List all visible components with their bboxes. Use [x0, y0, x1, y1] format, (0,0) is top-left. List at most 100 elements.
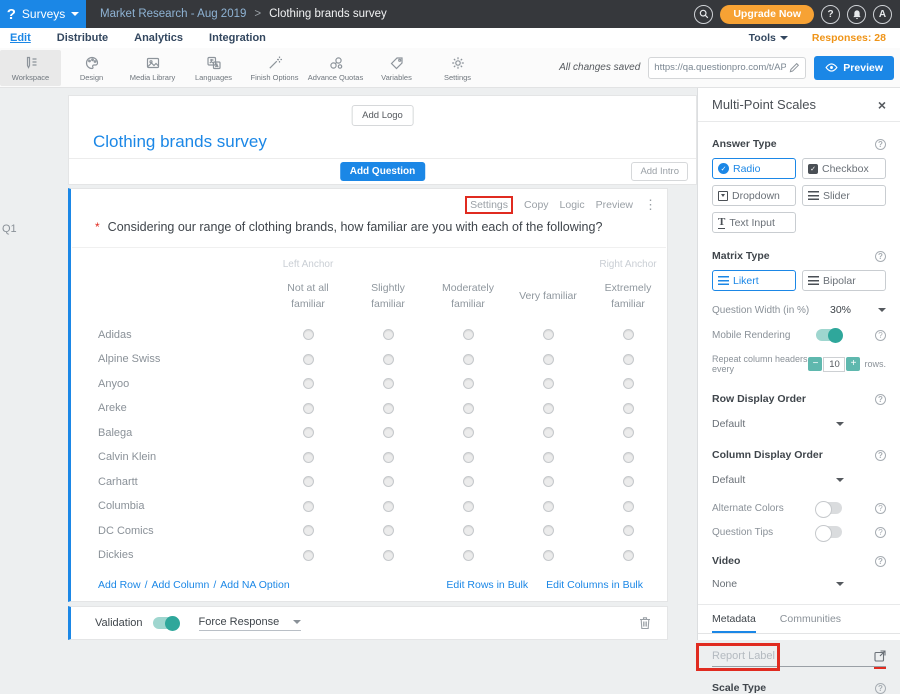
tab-integration[interactable]: Integration: [209, 32, 266, 44]
radio-button[interactable]: [303, 525, 314, 536]
radio-button[interactable]: [383, 476, 394, 487]
help-icon[interactable]: ?: [875, 330, 886, 341]
row-label[interactable]: Carhartt: [71, 476, 268, 488]
tab-edit[interactable]: Edit: [10, 32, 31, 44]
question-copy-button[interactable]: Copy: [524, 199, 549, 211]
help-icon[interactable]: ?: [875, 683, 886, 694]
question-tips-toggle[interactable]: [816, 526, 842, 538]
decrement-button[interactable]: −: [808, 357, 822, 371]
toolbar-item-advance-quotas[interactable]: Advance Quotas: [305, 50, 366, 86]
radio-button[interactable]: [463, 354, 474, 365]
radio-button[interactable]: [463, 427, 474, 438]
upgrade-now-button[interactable]: Upgrade Now: [720, 5, 814, 24]
column-header[interactable]: Slightly familiar: [348, 281, 428, 313]
help-icon[interactable]: ?: [875, 139, 886, 150]
radio-button[interactable]: [623, 427, 634, 438]
row-label[interactable]: DC Comics: [71, 525, 268, 537]
edit-url-icon[interactable]: [789, 62, 800, 73]
radio-button[interactable]: [303, 403, 314, 414]
tab-metadata[interactable]: Metadata: [712, 613, 756, 633]
radio-button[interactable]: [303, 476, 314, 487]
matrix-type-bipolar-button[interactable]: Bipolar: [802, 270, 886, 291]
row-label[interactable]: Dickies: [71, 549, 268, 561]
radio-button[interactable]: [303, 354, 314, 365]
chevron-down-icon[interactable]: [878, 308, 886, 312]
radio-button[interactable]: [383, 501, 394, 512]
add-question-button[interactable]: Add Question: [340, 162, 426, 181]
radio-button[interactable]: [463, 476, 474, 487]
row-label[interactable]: Alpine Swiss: [71, 353, 268, 365]
toolbar-item-workspace[interactable]: Workspace: [0, 50, 61, 86]
increment-button[interactable]: +: [846, 357, 860, 371]
question-width-value[interactable]: 30%: [830, 304, 851, 316]
row-label[interactable]: Calvin Klein: [71, 451, 268, 463]
answer-type-checkbox-button[interactable]: ✓ Checkbox: [802, 158, 886, 179]
help-icon[interactable]: ?: [875, 394, 886, 405]
matrix-type-likert-button[interactable]: Likert: [712, 270, 796, 291]
radio-button[interactable]: [543, 501, 554, 512]
radio-button[interactable]: [463, 525, 474, 536]
radio-button[interactable]: [623, 354, 634, 365]
radio-button[interactable]: [623, 452, 634, 463]
account-avatar[interactable]: A: [873, 5, 892, 24]
column-header[interactable]: Very familiar: [508, 289, 588, 305]
mobile-rendering-toggle[interactable]: [816, 329, 842, 341]
radio-button[interactable]: [303, 501, 314, 512]
toolbar-item-design[interactable]: Design: [61, 50, 122, 86]
toolbar-item-media-library[interactable]: Media Library: [122, 50, 183, 86]
toolbar-item-finish-options[interactable]: Finish Options: [244, 50, 305, 86]
question-text[interactable]: Considering our range of clothing brands…: [108, 220, 603, 234]
help-icon[interactable]: ?: [875, 251, 886, 262]
more-options-icon[interactable]: ⋮: [644, 197, 657, 213]
row-display-order-dropdown[interactable]: Default: [712, 418, 844, 430]
radio-button[interactable]: [383, 378, 394, 389]
radio-button[interactable]: [303, 550, 314, 561]
radio-button[interactable]: [543, 476, 554, 487]
validation-toggle[interactable]: [153, 617, 179, 629]
help-icon[interactable]: ?: [875, 556, 886, 567]
edit-columns-in-bulk-link[interactable]: Edit Columns in Bulk: [546, 579, 643, 591]
radio-button[interactable]: [463, 452, 474, 463]
question-logic-button[interactable]: Logic: [560, 199, 585, 211]
survey-title[interactable]: Clothing brands survey: [93, 132, 267, 152]
answer-type-radio-button[interactable]: ✓ Radio: [712, 158, 796, 179]
question-settings-button[interactable]: Settings: [465, 196, 513, 214]
add-logo-button[interactable]: Add Logo: [351, 105, 414, 126]
row-label[interactable]: Balega: [71, 427, 268, 439]
help-icon[interactable]: ?: [875, 503, 886, 514]
radio-button[interactable]: [623, 378, 634, 389]
toolbar-item-settings[interactable]: Settings: [427, 50, 488, 86]
radio-button[interactable]: [463, 329, 474, 340]
radio-button[interactable]: [623, 525, 634, 536]
open-report-label-icon[interactable]: [874, 650, 886, 662]
radio-button[interactable]: [463, 550, 474, 561]
tab-distribute[interactable]: Distribute: [57, 32, 108, 44]
radio-button[interactable]: [623, 329, 634, 340]
radio-button[interactable]: [383, 427, 394, 438]
radio-button[interactable]: [623, 501, 634, 512]
help-icon[interactable]: ?: [875, 450, 886, 461]
radio-button[interactable]: [383, 403, 394, 414]
tools-menu[interactable]: Tools: [749, 32, 788, 44]
answer-type-slider-button[interactable]: Slider: [802, 185, 886, 206]
breadcrumb-folder[interactable]: Market Research - Aug 2019: [100, 8, 246, 20]
radio-button[interactable]: [463, 501, 474, 512]
column-header[interactable]: Not at all familiar: [268, 281, 348, 313]
survey-url-input[interactable]: [654, 62, 786, 73]
radio-button[interactable]: [303, 329, 314, 340]
toolbar-item-variables[interactable]: Variables: [366, 50, 427, 86]
add-row-link[interactable]: Add Row: [98, 579, 141, 591]
radio-button[interactable]: [543, 427, 554, 438]
preview-button[interactable]: Preview: [814, 56, 894, 80]
add-column-link[interactable]: Add Column: [152, 579, 210, 591]
radio-button[interactable]: [543, 525, 554, 536]
add-intro-button[interactable]: Add Intro: [631, 162, 688, 181]
radio-button[interactable]: [543, 403, 554, 414]
toolbar-item-languages[interactable]: Languages: [183, 50, 244, 86]
radio-button[interactable]: [543, 378, 554, 389]
radio-button[interactable]: [463, 403, 474, 414]
radio-button[interactable]: [623, 403, 634, 414]
validation-type-dropdown[interactable]: Force Response: [199, 616, 302, 631]
search-button[interactable]: [694, 5, 713, 24]
radio-button[interactable]: [303, 452, 314, 463]
